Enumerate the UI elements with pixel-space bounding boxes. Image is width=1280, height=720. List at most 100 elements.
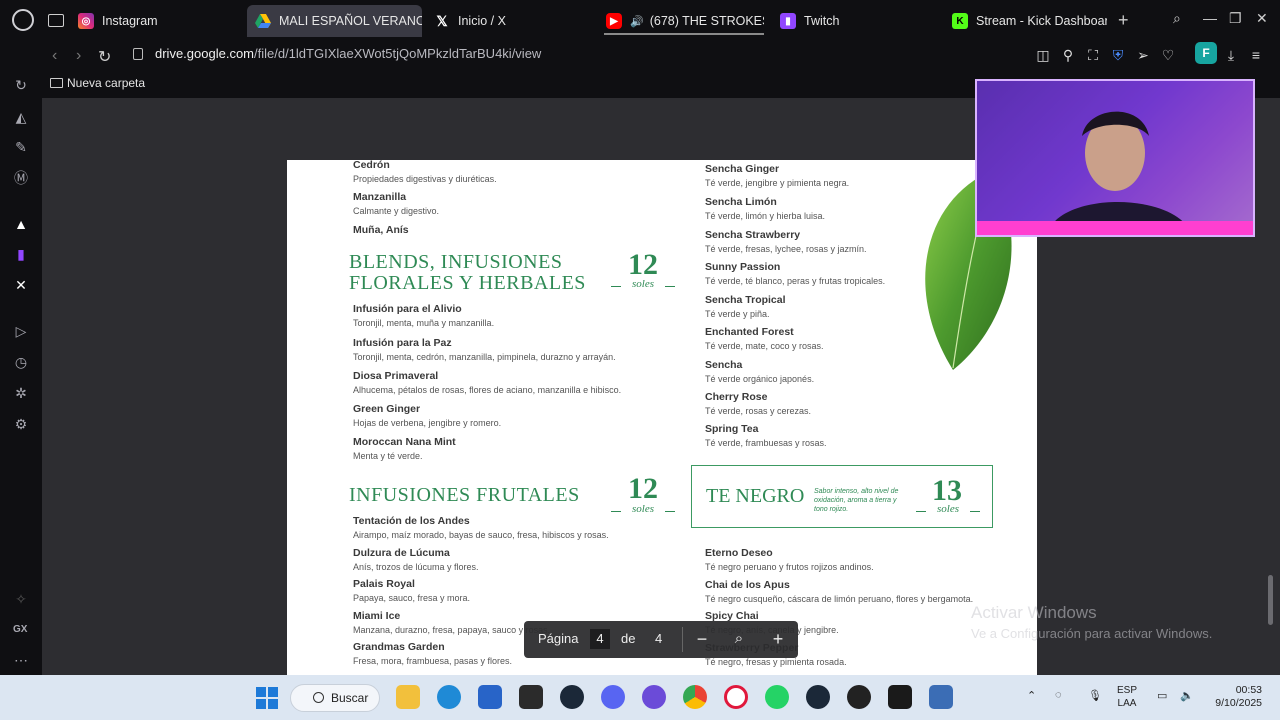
zoom-icon[interactable]: ⌕ [727, 627, 751, 651]
menu-item: Diosa Primaveral Alhucema, pétalos de ros… [353, 370, 622, 395]
page-of-label: de [621, 631, 636, 646]
new-tab-button[interactable]: + [1118, 10, 1129, 31]
menu-item: Moroccan Nana Mint Menta y té verde. [353, 436, 456, 461]
close-window-button[interactable]: ✕ [1256, 10, 1268, 27]
tab-kick[interactable]: K Stream - Kick Dashboard [952, 5, 1107, 37]
history-icon[interactable]: ↻ [12, 76, 30, 94]
menu-item: Eterno Deseo Té negro peruano y frutos ro… [705, 547, 874, 572]
volume-icon[interactable]: 🔈 [1180, 689, 1194, 702]
price-te-negro: 13 [932, 474, 962, 507]
price-unit: soles [926, 503, 970, 515]
more-icon[interactable]: ⋯ [14, 652, 28, 669]
chevron-up-icon[interactable]: ⌃ [1027, 689, 1036, 702]
profile-avatar[interactable]: F [1195, 42, 1217, 64]
edge-icon[interactable] [437, 685, 461, 709]
tab-playing-indicator [604, 33, 764, 35]
clock[interactable]: 00:53 9/10/2025 [1200, 684, 1262, 710]
menu-item: Muña, Anís [353, 224, 409, 236]
maximize-button[interactable]: ❐ [1229, 10, 1242, 27]
send-icon[interactable]: ➢ [1133, 45, 1153, 65]
menu-item: Dulzura de Lúcuma Anís, trozos de lúcuma … [353, 547, 479, 572]
opera-gx-icon[interactable] [724, 685, 748, 709]
file-explorer-icon[interactable] [396, 685, 420, 709]
lock-icon[interactable] [133, 48, 143, 60]
menu-item: Green Ginger Hojas de verbena, jengibre y… [353, 403, 502, 428]
menu-item: Infusión para el Alivio Toronjil, menta, … [353, 303, 495, 328]
forward-button[interactable]: › [76, 47, 81, 65]
reload-button[interactable]: ↻ [98, 47, 111, 67]
zoom-in-button[interactable]: + [766, 627, 790, 651]
chrome-icon[interactable] [683, 685, 707, 709]
windows-start-icon[interactable] [256, 687, 278, 709]
speaker-icon[interactable]: 🔊 [630, 15, 644, 28]
tab-manager-icon[interactable] [48, 14, 64, 27]
tab-x[interactable]: 𝕏 Inicio / X [434, 5, 594, 37]
page-number-input[interactable]: 4 [590, 629, 610, 649]
section-heading-frutales: INFUSIONES FRUTALES [349, 484, 580, 506]
shield-icon[interactable]: ⛨ [1108, 45, 1128, 65]
store-icon[interactable] [478, 685, 502, 709]
settings-icon[interactable]: ⚙ [12, 415, 30, 433]
section-heading-blends: BLENDS, INFUSIONES FLORALES Y HERBALES [349, 251, 586, 294]
activate-windows-title: Activar Windows [971, 603, 1097, 622]
opera-logo-icon[interactable] [12, 9, 34, 31]
monitor-icon[interactable]: ▭ [1157, 689, 1167, 702]
url-field[interactable]: drive.google.com/file/d/1ldTGIXlaeXWot5t… [155, 45, 541, 63]
download-icon[interactable]: ⤓ [1221, 45, 1241, 65]
steam-icon[interactable] [560, 685, 584, 709]
player-icon[interactable]: ▷ [12, 322, 30, 340]
menu-item: Sunny Passion Té verde, té blanco, peras … [705, 261, 886, 286]
activate-windows-subtitle: Ve a Configuración para activar Windows. [971, 626, 1213, 641]
menu-item: Palais Royal Papaya, sauco, fresa y mora. [353, 578, 471, 603]
network-icon[interactable]: ◌ [1055, 689, 1062, 701]
menu-item: Tentación de los Andes Airampo, maíz mora… [353, 515, 609, 540]
language-indicator[interactable]: ESP LAA [1117, 684, 1137, 710]
back-button[interactable]: ‹ [52, 47, 57, 65]
extensions-icon[interactable]: ✲ [12, 384, 30, 402]
heart-icon[interactable]: ♡ [1158, 45, 1178, 65]
kick-icon: K [952, 13, 968, 29]
tab-google-drive[interactable]: MALI ESPAÑOL VERANO [247, 5, 422, 37]
split-screen-icon[interactable]: ◫ [1033, 45, 1053, 65]
address-bar: ‹ › ↻ drive.google.com/file/d/1ldTGIXlae… [0, 42, 1280, 72]
menu-item: Sencha Ginger Té verde, jengibre y pimien… [705, 163, 850, 188]
app-icon[interactable] [519, 685, 543, 709]
aria-icon[interactable]: ◭ [12, 108, 30, 126]
search-tabs-icon[interactable]: ⌕ [1173, 10, 1181, 27]
clock-icon[interactable]: ◷ [12, 353, 30, 371]
zoom-out-button[interactable]: − [690, 627, 714, 651]
menu-item: Manzanilla Calmante y digestivo. [353, 191, 440, 216]
edit-icon[interactable]: ✎ [12, 138, 30, 156]
menu-icon[interactable]: ≡ [1246, 45, 1266, 65]
kick-sidebar-icon[interactable]: ▲ [12, 215, 30, 233]
folder-icon [50, 78, 63, 88]
price-blends: 12 [628, 248, 658, 281]
menu-item: Spring Tea Té verde, frambuesas y rosas. [705, 423, 827, 448]
minimize-button[interactable]: — [1203, 10, 1217, 26]
taskbar-search[interactable]: Buscar [290, 684, 380, 712]
steam-icon[interactable] [806, 685, 830, 709]
app-icon[interactable] [888, 685, 912, 709]
gx-icon[interactable]: GX [13, 624, 27, 635]
google-drive-icon [255, 13, 271, 29]
microphone-icon[interactable]: 🎙 [1088, 689, 1102, 702]
bookmark-folder[interactable]: Nueva carpeta [67, 76, 145, 90]
menu-item: Sencha Strawberry Té verde, fresas, lyche… [705, 229, 867, 254]
calculator-icon[interactable] [929, 685, 953, 709]
price-unit: soles [621, 278, 665, 290]
snapshot-icon[interactable]: ⛶ [1083, 45, 1103, 65]
pin-sidebar-icon[interactable]: ✧ [12, 590, 30, 608]
tab-instagram[interactable]: ◎ Instagram [78, 5, 243, 37]
page-total: 4 [655, 631, 663, 646]
app-icon[interactable] [642, 685, 666, 709]
app-icon[interactable] [847, 685, 871, 709]
twitch-sidebar-icon[interactable]: ▮ [12, 245, 30, 263]
x-sidebar-icon[interactable]: ✕ [12, 276, 30, 294]
instagram-icon: ◎ [78, 13, 94, 29]
discord-icon[interactable] [601, 685, 625, 709]
messenger-icon[interactable]: Ⓜ [12, 169, 30, 187]
scrollbar-thumb[interactable] [1268, 575, 1273, 625]
pin-icon[interactable]: ⚲ [1058, 45, 1078, 65]
tab-twitch[interactable]: ▮ Twitch [780, 5, 940, 37]
whatsapp-icon[interactable] [765, 685, 789, 709]
